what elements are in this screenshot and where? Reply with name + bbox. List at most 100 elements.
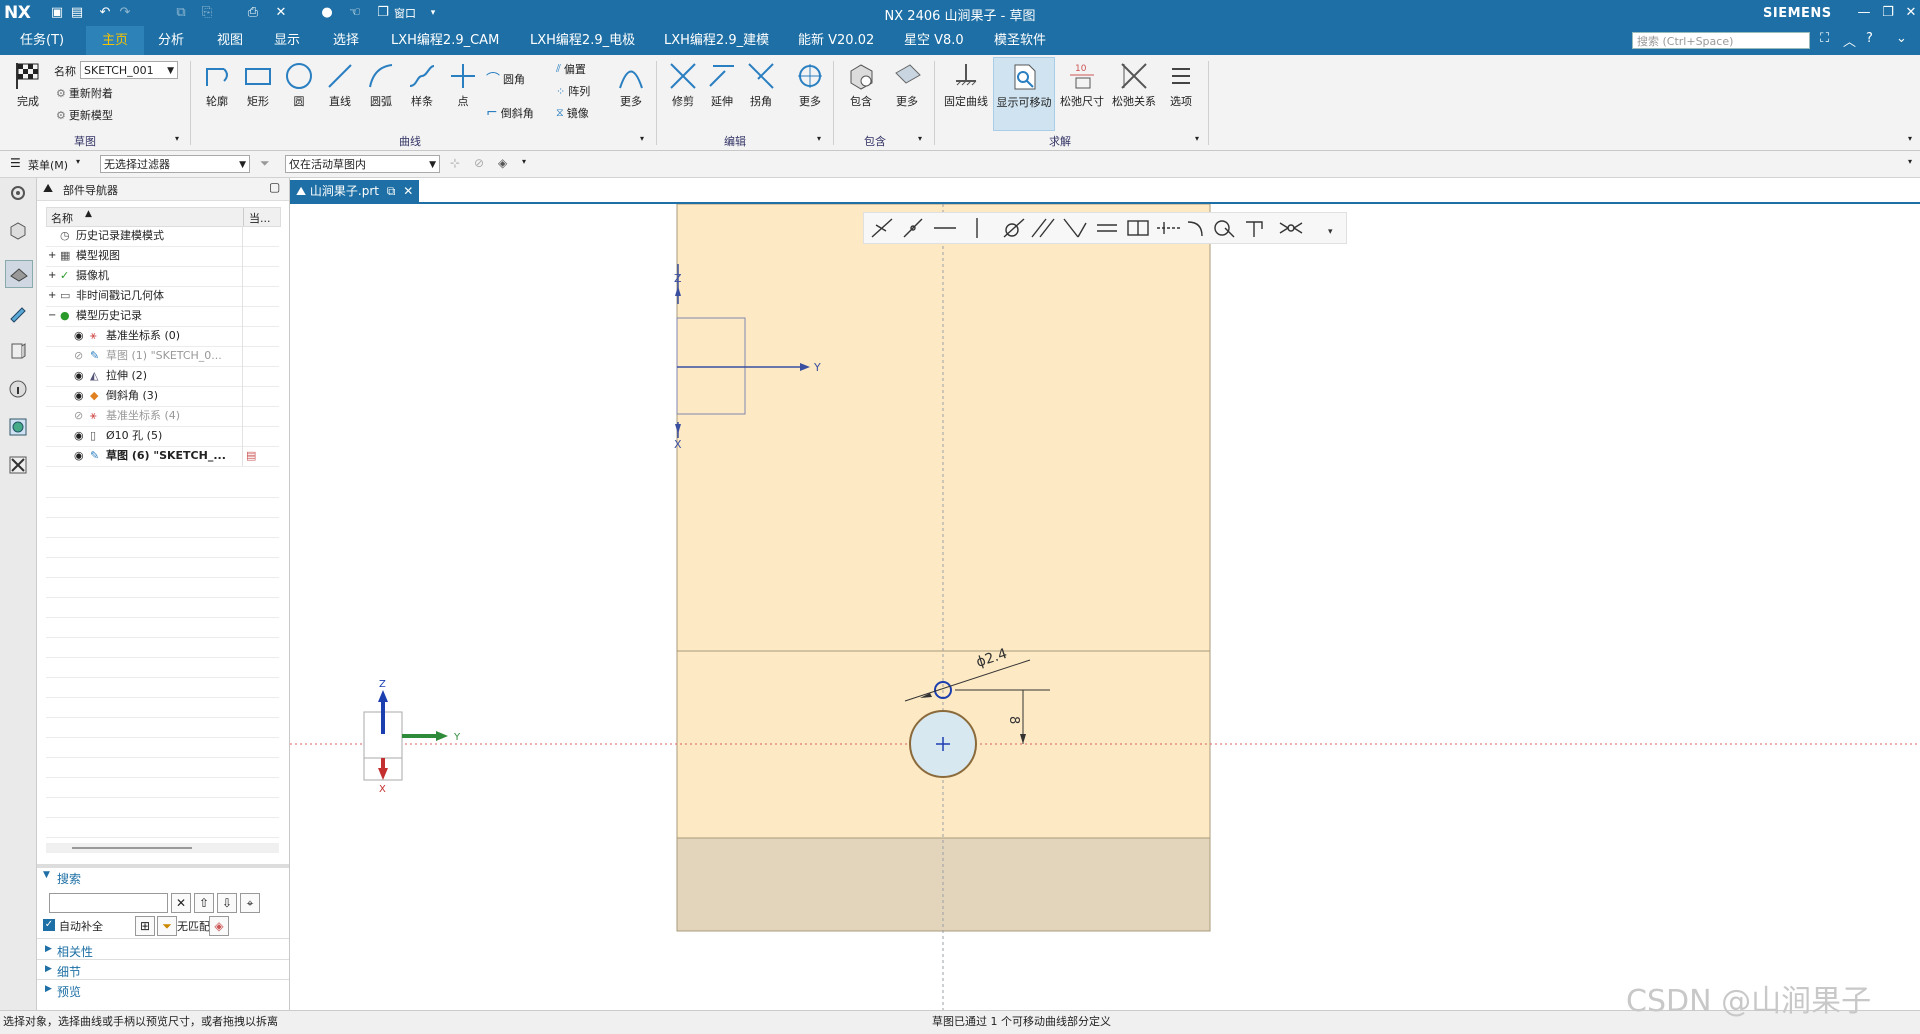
circle-button[interactable]: 圆 (278, 59, 320, 109)
chevron-down-icon[interactable]: ▾ (76, 157, 80, 166)
show-movable-button[interactable]: 显示可移动 (993, 57, 1055, 131)
tab-select[interactable]: 选择 (327, 26, 365, 55)
tree-row[interactable]: + ✓ 摄像机 (46, 266, 279, 287)
visibility-icon[interactable]: ◉ (74, 446, 84, 466)
point-on-curve-icon[interactable] (903, 218, 923, 238)
menu-icon[interactable]: ☰ (10, 156, 21, 170)
arc-button[interactable]: 圆弧 (360, 59, 402, 109)
tree-row[interactable]: + ▦ 模型视图 (46, 246, 279, 267)
update-model-button[interactable]: ⚙ 更新模型 (56, 107, 113, 123)
column-current[interactable]: 当... (249, 210, 271, 226)
collapse-icon[interactable]: − (48, 306, 56, 326)
search-section-title[interactable]: 搜索 (57, 870, 81, 887)
expand-icon[interactable]: ▶ (45, 984, 52, 994)
tree-row[interactable]: ◷ 历史记录建模模式 (46, 226, 279, 247)
tree-row[interactable]: − ● 模型历史记录 (46, 306, 279, 327)
tab-options-icon[interactable]: ⧉ (387, 184, 396, 198)
tab-lxh-modeling[interactable]: LXH编程2.9_建模 (658, 26, 775, 55)
select-all-icon[interactable]: ⊹ (450, 156, 460, 170)
tab-lxh-electrode[interactable]: LXH编程2.9_电极 (524, 26, 641, 55)
trim-button[interactable]: 修剪 (662, 59, 704, 109)
tree-row[interactable]: ◉ ◭ 拉伸 (2) (46, 366, 279, 387)
tree-row[interactable]: ⊘ ✎ 草图 (1) "SKETCH_0... (46, 346, 279, 367)
details-section[interactable]: 细节 (57, 963, 81, 980)
fillet-constraint-icon[interactable] (1187, 221, 1203, 237)
concentric-icon[interactable] (1214, 220, 1235, 238)
include-more-button[interactable]: 更多 (886, 59, 928, 109)
chevron-down-icon[interactable]: ⌄ (1896, 31, 1907, 46)
tab-xingkong[interactable]: 星空 V8.0 (898, 26, 970, 55)
tab-analysis[interactable]: 分析 (152, 26, 190, 55)
offset-button[interactable]: ⫽ 偏置 (556, 61, 586, 77)
hd3d-tools-icon[interactable] (5, 338, 31, 364)
maximize-icon[interactable]: ▢ (269, 180, 280, 194)
auto-constrain-icon[interactable] (1279, 222, 1303, 234)
panel-splitter[interactable] (37, 864, 289, 868)
snap-point-icon[interactable]: ◈ (498, 156, 507, 170)
include-button[interactable]: 包含 (840, 59, 882, 109)
midpoint-icon[interactable] (1157, 222, 1181, 234)
filter-icon[interactable]: ⏷ (260, 156, 270, 171)
tree-row[interactable]: ◉ ✎ 草图 (6) "SKETCH_... ▤ (46, 446, 279, 467)
command-search-input[interactable]: 搜索 (Ctrl+Space) (1632, 32, 1810, 49)
tab-display[interactable]: 显示 (268, 26, 306, 55)
profile-button[interactable]: 轮廓 (196, 59, 238, 109)
line-button[interactable]: 直线 (319, 59, 361, 109)
graphics-window[interactable]: Y Z X ϕ2.4 8 Z Y X (290, 204, 1920, 1010)
assembly-navigator-icon[interactable] (5, 218, 31, 244)
locate-icon[interactable]: ⌖ (240, 893, 260, 913)
help-icon[interactable]: ? (1866, 31, 1873, 46)
visibility-icon[interactable]: ⊘ (74, 346, 83, 366)
tangent-icon[interactable] (1003, 218, 1025, 238)
tab-task[interactable]: 任务(T) (14, 26, 70, 55)
reuse-library-icon[interactable] (5, 300, 31, 326)
spline-button[interactable]: 样条 (401, 59, 443, 109)
expand-icon[interactable]: ▶ (45, 964, 52, 974)
extend-button[interactable]: 延伸 (701, 59, 743, 109)
fillet-button[interactable]: ⌒ 圆角 (486, 69, 525, 89)
minimize-icon[interactable]: — (1853, 4, 1875, 22)
expand-icon[interactable]: + (48, 266, 56, 286)
close-icon[interactable]: ✕ (403, 184, 413, 198)
pattern-button[interactable]: ⁘ 阵列 (556, 83, 590, 99)
tab-lxh-cam[interactable]: LXH编程2.9_CAM (385, 26, 505, 55)
arrow-down-icon[interactable]: ⇩ (217, 893, 237, 913)
search-options-icon[interactable]: ⊞ (135, 916, 155, 936)
chevron-down-icon[interactable]: ▾ (522, 157, 526, 166)
sketch-name-select[interactable]: SKETCH_001 ▼ (80, 61, 178, 79)
column-name[interactable]: 名称 (51, 210, 73, 226)
sort-icon[interactable]: ▲ (85, 209, 92, 219)
deselect-icon[interactable]: ⊘ (474, 156, 484, 170)
web-browser-icon[interactable] (5, 414, 31, 440)
ribbon-options-icon[interactable]: ▾ (1908, 134, 1912, 143)
corner-button[interactable]: 拐角 (740, 59, 782, 109)
chevron-down-icon[interactable]: ▾ (640, 134, 644, 143)
filter-icon[interactable]: ⏷ (157, 916, 177, 936)
dependencies-section[interactable]: 相关性 (57, 943, 93, 960)
fullscreen-icon[interactable]: ⛶ (1820, 31, 1829, 46)
chevron-down-icon[interactable]: ▾ (1195, 134, 1199, 143)
collapse-icon[interactable]: ▼ (43, 870, 50, 880)
tree-row[interactable]: + ▭ 非时间戳记几何体 (46, 286, 279, 307)
preview-section[interactable]: 预览 (57, 983, 81, 1000)
mirror-button[interactable]: ⧖ 镜像 (556, 105, 589, 121)
selection-scope-select[interactable]: 仅在活动草图内 ▼ (285, 155, 440, 173)
reattach-button[interactable]: ⚙ 重新附着 (56, 85, 113, 101)
column-divider[interactable] (243, 208, 244, 226)
chevron-down-icon[interactable]: ▾ (1908, 157, 1912, 166)
close-icon[interactable]: ✕ (1900, 4, 1920, 22)
collapse-ribbon-icon[interactable]: ︿ (1843, 31, 1856, 50)
rectangle-button[interactable]: 矩形 (237, 59, 279, 109)
fix-curve-button[interactable]: 固定曲线 (942, 59, 990, 109)
info-icon[interactable] (5, 376, 31, 402)
navigator-search-input[interactable] (49, 893, 168, 913)
relax-relation-button[interactable]: 松弛关系 (1110, 59, 1158, 109)
tree-row[interactable]: ◉ ▯ Ø10 孔 (5) (46, 426, 279, 447)
expand-icon[interactable]: + (48, 246, 56, 266)
tab-view[interactable]: 视图 (211, 26, 249, 55)
expand-icon[interactable]: ▶ (45, 944, 52, 954)
chevron-down-icon[interactable]: ▾ (175, 134, 179, 143)
part-navigator-icon[interactable] (5, 260, 33, 288)
search-icon[interactable]: ⌕ (1792, 32, 1799, 47)
selection-filter-select[interactable]: 无选择过滤器 ▼ (100, 155, 250, 173)
